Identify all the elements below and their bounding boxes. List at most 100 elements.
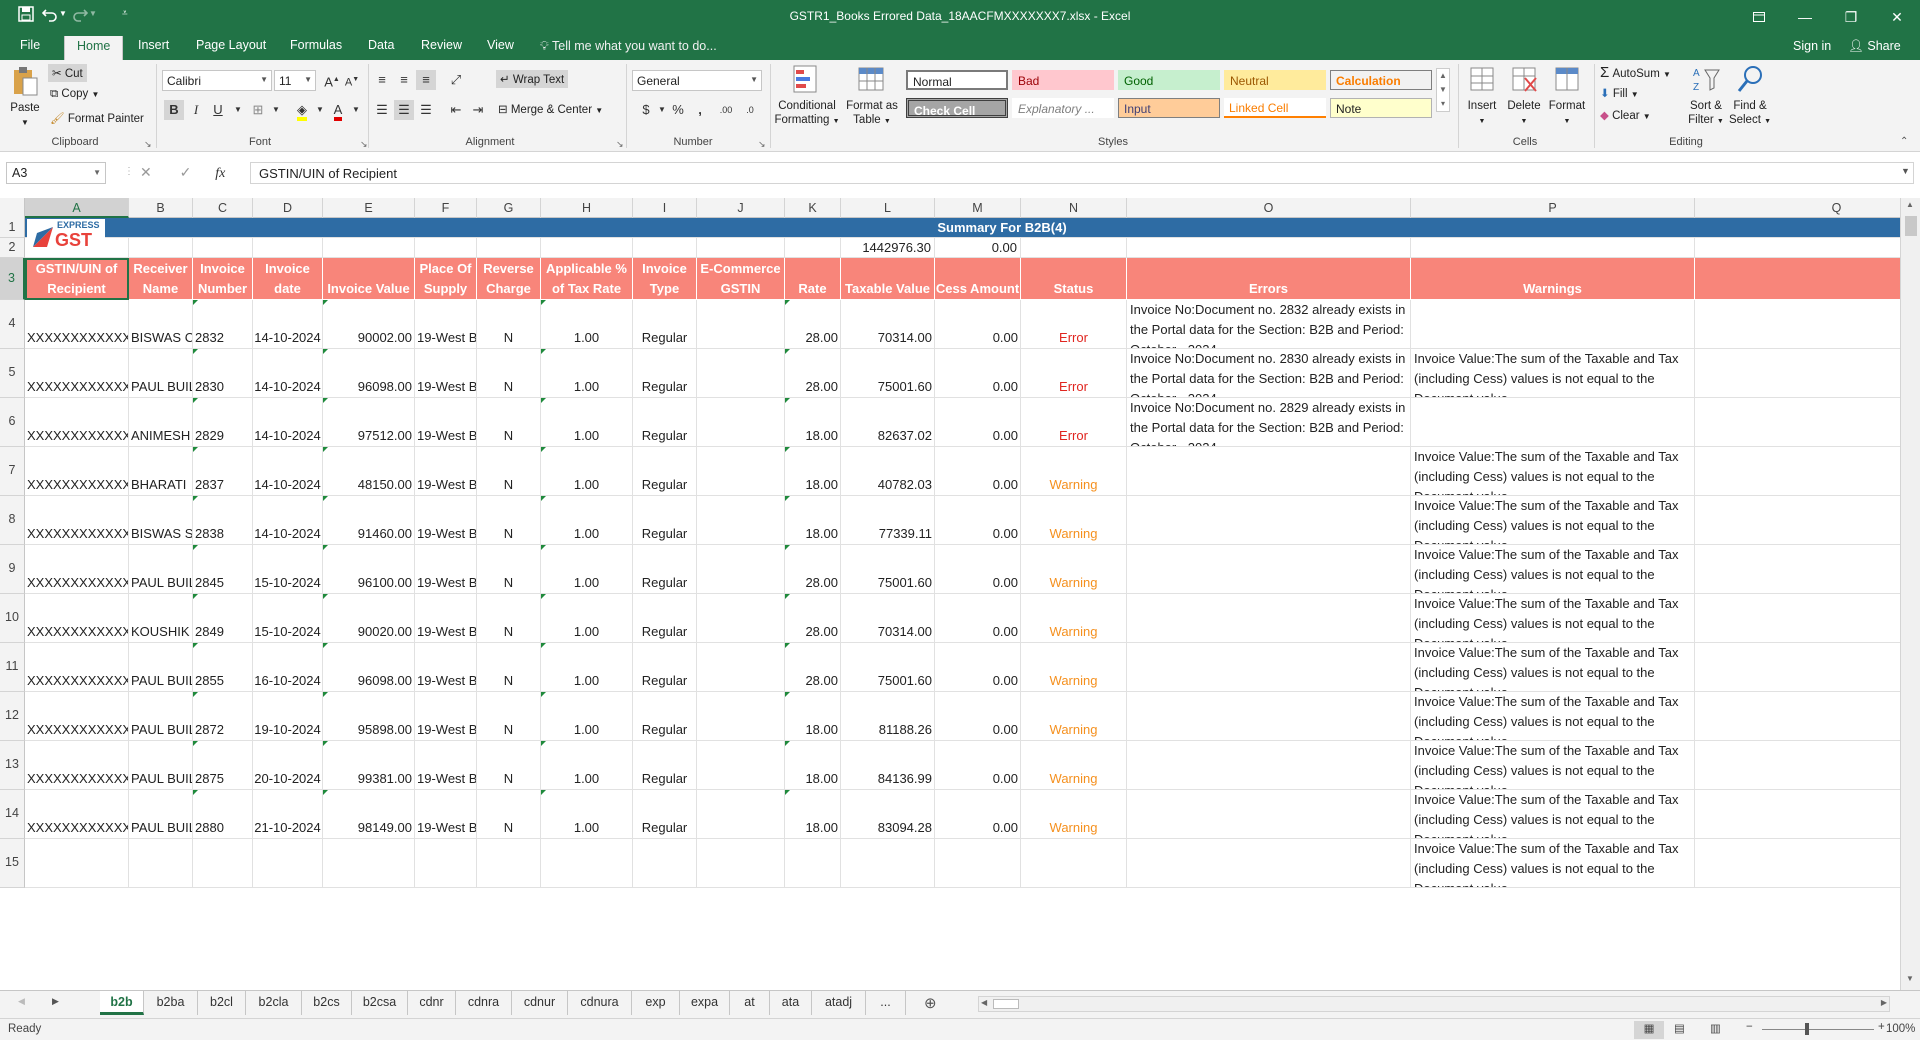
borders-icon[interactable]: ⊞ <box>248 100 268 120</box>
fill-color-dropdown-icon[interactable]: ▼ <box>310 100 330 120</box>
cell-r2[interactable] <box>541 238 633 258</box>
error-indicator-icon[interactable] <box>323 545 328 550</box>
sheet-tab-cdnra[interactable]: cdnra <box>456 991 512 1015</box>
style-note[interactable]: Note <box>1330 98 1432 118</box>
format-as-table-button[interactable]: Format as Table ▼ <box>842 64 902 129</box>
sheet-tab-b2b[interactable]: b2b <box>100 991 144 1015</box>
sort-filter-button[interactable]: AZ Sort & Filter ▼ <box>1686 64 1726 129</box>
column-header-j[interactable]: J <box>697 198 785 218</box>
error-indicator-icon[interactable] <box>541 349 546 354</box>
cell-taxable[interactable]: 77339.11 <box>841 496 935 545</box>
align-center-icon[interactable]: ☰ <box>394 100 414 120</box>
zoom-level[interactable]: 100% <box>1886 1023 1915 1035</box>
cell-rc[interactable]: N <box>477 349 541 398</box>
cell-rc[interactable]: N <box>477 741 541 790</box>
error-indicator-icon[interactable] <box>193 300 198 305</box>
cell-cess[interactable]: 0.00 <box>935 447 1021 496</box>
clipboard-dialog-launcher-icon[interactable]: ↘ <box>144 139 152 150</box>
more-sheets-button[interactable]: ... <box>866 991 906 1015</box>
cell-gstin[interactable]: XXXXXXXXXXXXX <box>25 643 129 692</box>
column-header-c[interactable]: C <box>193 198 253 218</box>
cell-errors[interactable] <box>1127 594 1411 643</box>
cell-name[interactable]: PAUL BUILDERS <box>129 692 193 741</box>
percent-format-button[interactable]: % <box>668 100 688 120</box>
cell-gstin[interactable]: XXXXXXXXXXXXX <box>25 790 129 839</box>
cell-r15[interactable]: Invoice Value:The sum of the Taxable and… <box>1411 839 1695 888</box>
column-header-m[interactable]: M <box>935 198 1021 218</box>
header-cell[interactable]: Receiver Name <box>129 258 193 300</box>
cell-taxable[interactable]: 75001.60 <box>841 643 935 692</box>
cell-inv[interactable]: 2830 <box>193 349 253 398</box>
header-cell[interactable]: E-Commerce GSTIN <box>697 258 785 300</box>
row-header-4[interactable]: 4 <box>0 300 25 349</box>
error-indicator-icon[interactable] <box>323 692 328 697</box>
cell-name[interactable]: PAUL BUILDERS <box>129 790 193 839</box>
column-header-d[interactable]: D <box>253 198 323 218</box>
font-dialog-launcher-icon[interactable]: ↘ <box>360 139 368 150</box>
cell-date[interactable]: 14-10-2024 <box>253 496 323 545</box>
cell-r15[interactable] <box>1127 839 1411 888</box>
error-indicator-icon[interactable] <box>323 496 328 501</box>
alignment-dialog-launcher-icon[interactable]: ↘ <box>616 139 624 150</box>
cell-ecom[interactable] <box>697 300 785 349</box>
sheet-tab-exp[interactable]: exp <box>632 991 680 1015</box>
cell-inv[interactable]: 2845 <box>193 545 253 594</box>
row-header-7[interactable]: 7 <box>0 447 25 496</box>
cell-type[interactable]: Regular <box>633 447 697 496</box>
error-indicator-icon[interactable] <box>193 643 198 648</box>
cell-pos[interactable]: 19-West Bengal <box>415 692 477 741</box>
align-left-icon[interactable]: ☰ <box>372 100 392 120</box>
header-cell[interactable]: Invoice Number <box>193 258 253 300</box>
cell-taxable[interactable]: 81188.26 <box>841 692 935 741</box>
cell-errors[interactable]: Invoice No:Document no. 2830 already exi… <box>1127 349 1411 398</box>
cell-inv[interactable]: 2880 <box>193 790 253 839</box>
cell-gstin[interactable]: XXXXXXXXXXXXX <box>25 496 129 545</box>
insert-cells-button[interactable]: Insert ▼ <box>1462 64 1502 129</box>
cell-inv[interactable]: 2832 <box>193 300 253 349</box>
tab-review[interactable]: Review <box>421 38 462 52</box>
header-cell[interactable]: Applicable % of Tax Rate <box>541 258 633 300</box>
sheet-tab-b2csa[interactable]: b2csa <box>352 991 408 1015</box>
wrap-text-button[interactable]: ↵ Wrap Text <box>496 70 569 88</box>
cell-date[interactable]: 14-10-2024 <box>253 398 323 447</box>
cell-rc[interactable]: N <box>477 545 541 594</box>
tab-file[interactable]: File <box>20 38 40 52</box>
cell-gstin[interactable]: XXXXXXXXXXXXX <box>25 741 129 790</box>
cell-app[interactable]: 1.00 <box>541 300 633 349</box>
row-header-11[interactable]: 11 <box>0 643 25 692</box>
cell-rc[interactable]: N <box>477 300 541 349</box>
error-indicator-icon[interactable] <box>785 594 790 599</box>
cell-r2[interactable] <box>1695 238 1900 258</box>
cell-cess[interactable]: 0.00 <box>935 398 1021 447</box>
cell-type[interactable]: Regular <box>633 790 697 839</box>
cell-pos[interactable]: 19-West Bengal <box>415 545 477 594</box>
error-indicator-icon[interactable] <box>323 300 328 305</box>
sheet-tab-b2ba[interactable]: b2ba <box>144 991 198 1015</box>
cell-warnings[interactable]: Invoice Value:The sum of the Taxable and… <box>1411 349 1695 398</box>
cell-date[interactable]: 16-10-2024 <box>253 643 323 692</box>
cell-r15[interactable] <box>25 839 129 888</box>
zoom-slider-thumb[interactable] <box>1805 1023 1809 1035</box>
horizontal-scroll-thumb[interactable] <box>993 999 1019 1009</box>
row-header-9[interactable]: 9 <box>0 545 25 594</box>
cell-name[interactable]: PAUL BUILDERS <box>129 349 193 398</box>
header-cell[interactable]: Reverse Charge <box>477 258 541 300</box>
normal-view-icon[interactable]: ▦ <box>1634 1021 1664 1039</box>
align-bottom-icon[interactable]: ≡ <box>416 70 436 90</box>
error-indicator-icon[interactable] <box>193 398 198 403</box>
cell-r2[interactable] <box>253 238 323 258</box>
cell-rate[interactable]: 18.00 <box>785 496 841 545</box>
cell-r2[interactable] <box>1127 238 1411 258</box>
cell-r15[interactable] <box>785 839 841 888</box>
cell-value[interactable]: 96100.00 <box>323 545 415 594</box>
header-cell[interactable]: Invoice date <box>253 258 323 300</box>
cell-rate[interactable]: 18.00 <box>785 790 841 839</box>
row-header-13[interactable]: 13 <box>0 741 25 790</box>
cell-r15[interactable] <box>633 839 697 888</box>
cell-pos[interactable]: 19-West Bengal <box>415 349 477 398</box>
error-indicator-icon[interactable] <box>541 398 546 403</box>
cell-app[interactable]: 1.00 <box>541 692 633 741</box>
sheet-tab-atadj[interactable]: atadj <box>812 991 866 1015</box>
row-header-10[interactable]: 10 <box>0 594 25 643</box>
paste-button[interactable]: Paste ▼ <box>6 66 44 130</box>
